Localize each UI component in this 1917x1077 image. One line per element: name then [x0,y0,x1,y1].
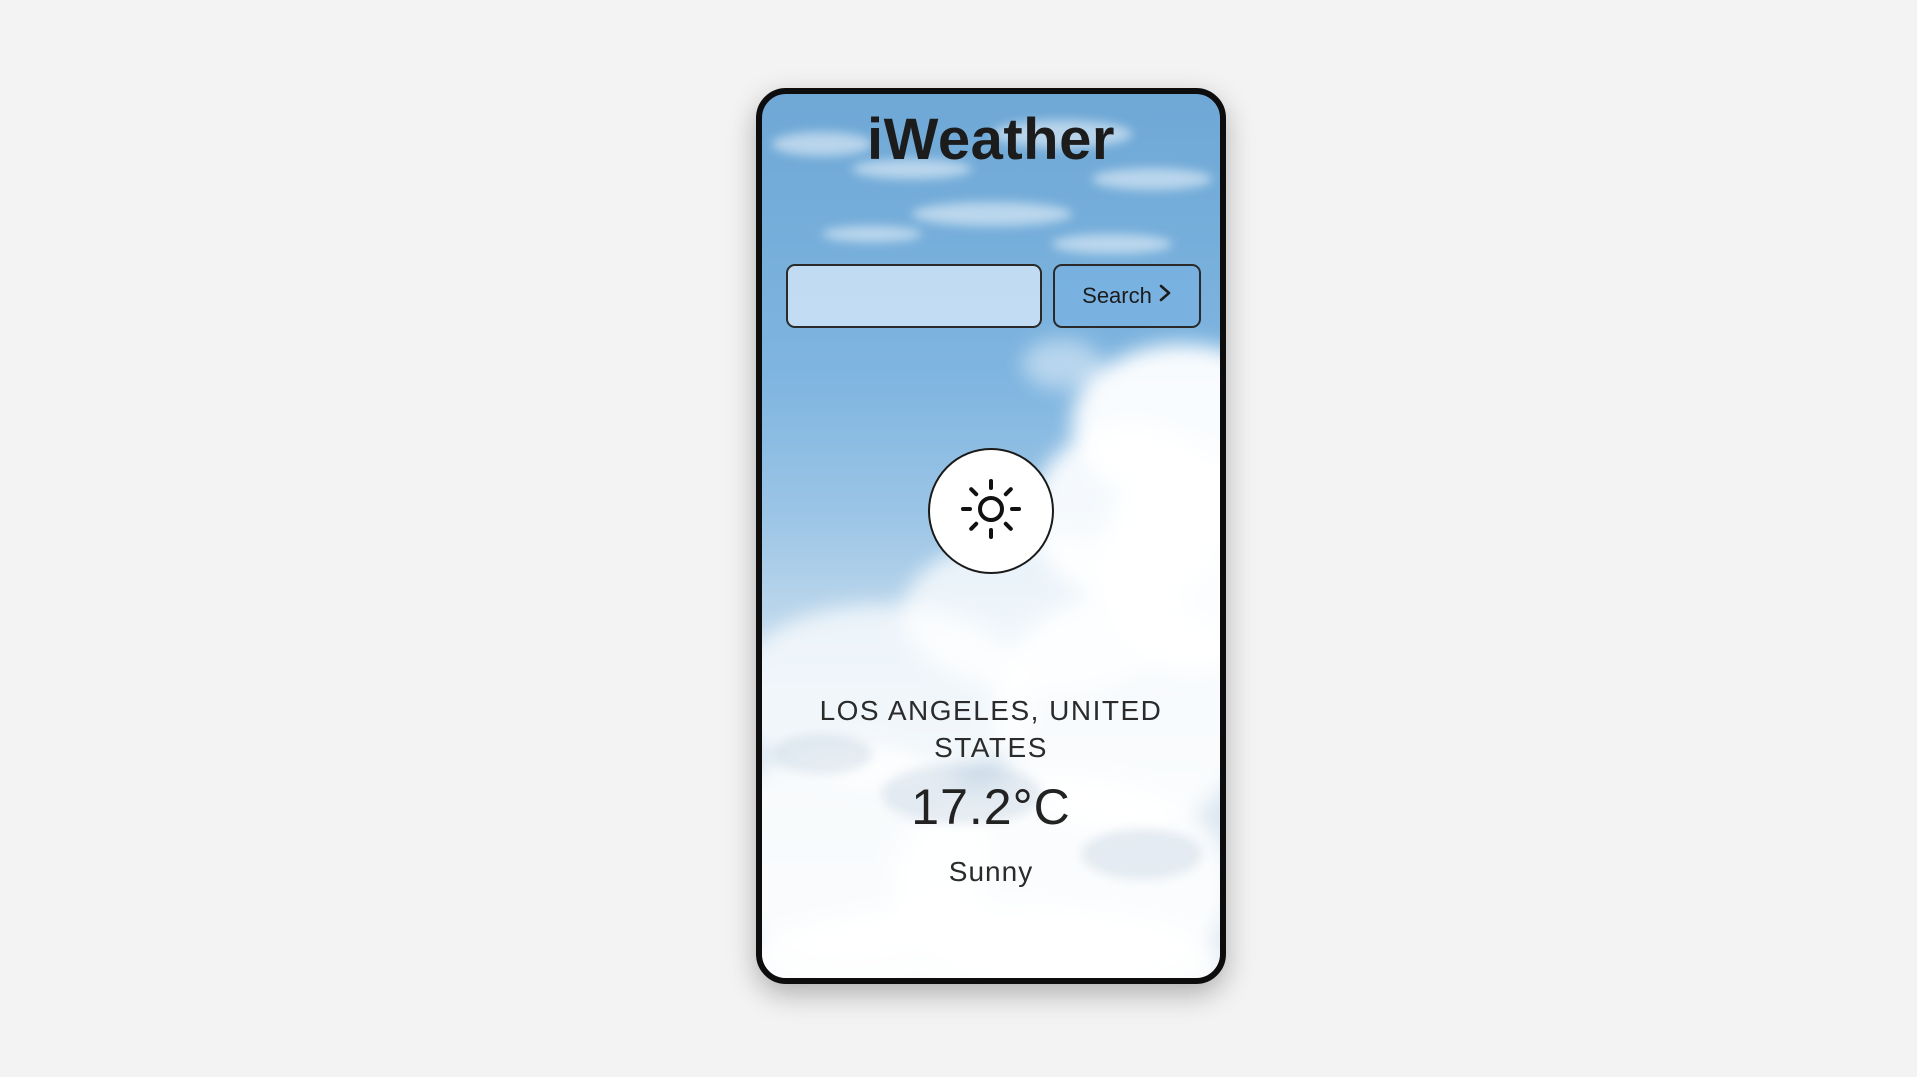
weather-condition: Sunny [948,856,1034,887]
city-search-input[interactable] [786,264,1042,328]
app-title: iWeather [867,107,1115,172]
app-card: iWeather Search LOS ANGELES, UNITED STAT… [756,88,1226,984]
chevron-right-icon [1158,283,1172,309]
page-background: iWeather Search LOS ANGELES, UNITED STAT… [0,0,1917,1077]
location-name: LOS ANGELES, UNITED STATES [819,695,1163,763]
temperature-value: 17.2°C [911,779,1071,835]
weather-icon-badge [928,448,1054,574]
sun-icon [959,477,1023,546]
search-button[interactable]: Search [1053,264,1201,328]
search-button-label: Search [1082,283,1152,308]
